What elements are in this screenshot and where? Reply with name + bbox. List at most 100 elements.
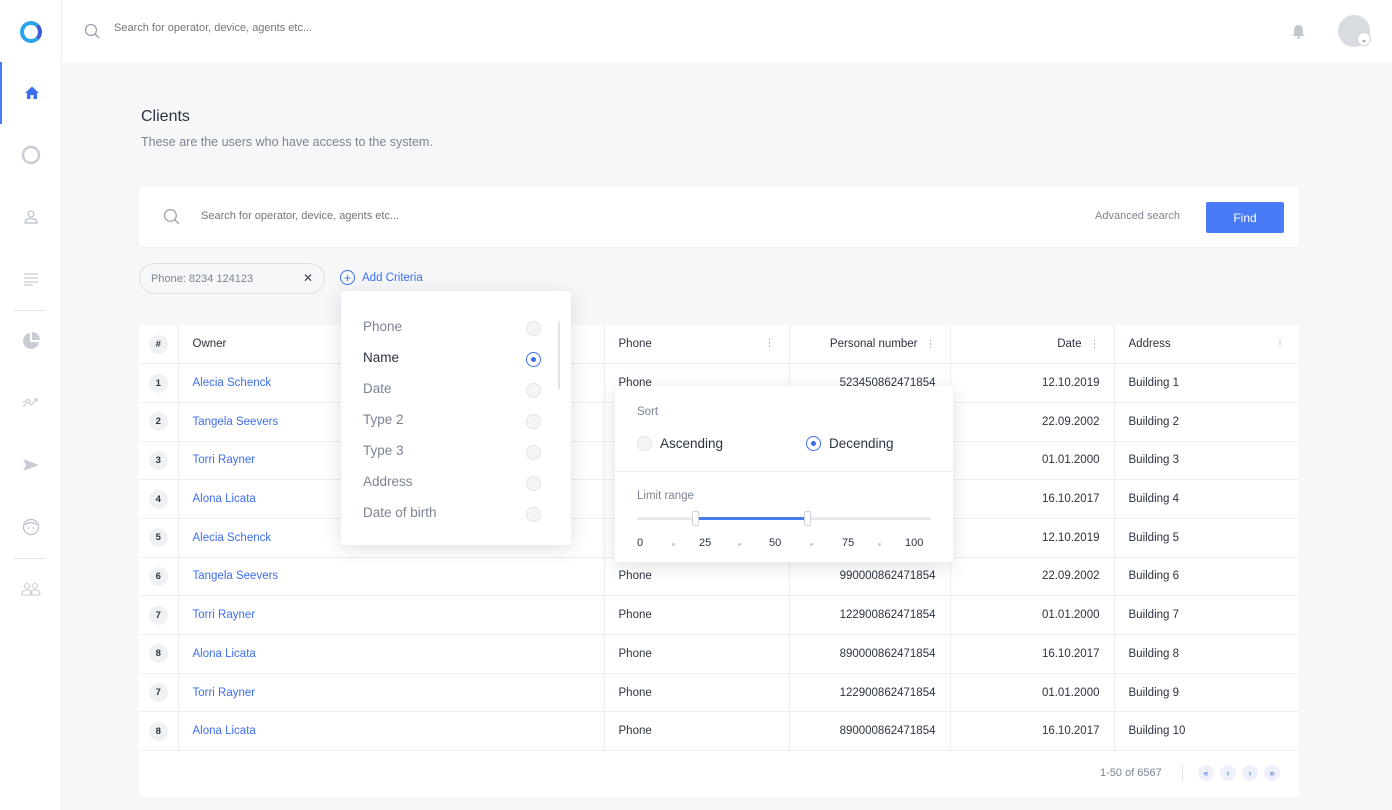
row-number: 6 bbox=[139, 557, 179, 597]
row-number: 5 bbox=[139, 518, 179, 558]
scrollbar[interactable] bbox=[558, 321, 560, 389]
page-title: Clients bbox=[141, 108, 190, 125]
close-icon[interactable]: ✕ bbox=[303, 271, 313, 285]
pagination-divider bbox=[1182, 764, 1183, 782]
sort-icon[interactable]: ⋮ bbox=[1090, 339, 1100, 350]
sidebar-item-ring[interactable] bbox=[0, 124, 62, 186]
clients-search-input[interactable] bbox=[201, 210, 621, 222]
sidebar-item-trends[interactable] bbox=[0, 372, 62, 434]
first-page-button[interactable]: « bbox=[1198, 765, 1214, 781]
sidebar-item-profile[interactable] bbox=[0, 496, 62, 558]
global-search-input[interactable] bbox=[114, 22, 514, 34]
ring-icon bbox=[21, 145, 41, 165]
sidebar-item-send[interactable] bbox=[0, 434, 62, 496]
radio-icon[interactable] bbox=[526, 476, 541, 491]
range-tick-dot bbox=[877, 543, 881, 546]
filter-chip[interactable]: Phone: 8234 124123 ✕ bbox=[139, 263, 325, 294]
range-tick-label: 100 bbox=[905, 537, 924, 549]
search-icon bbox=[163, 208, 180, 225]
range-slider-low-handle[interactable] bbox=[692, 511, 700, 526]
table-row[interactable]: 7 Torri Rayner Phone 122900862471854 01.01.2… bbox=[139, 595, 1299, 635]
owner-link[interactable]: Tangela Seevers bbox=[178, 557, 605, 597]
row-number: 3 bbox=[139, 441, 179, 481]
table-row[interactable]: 6 Tangela Seevers Phone 990000862471854 22.0… bbox=[139, 557, 1299, 597]
address-cell: Building 3 bbox=[1114, 441, 1299, 481]
range-slider-high-handle[interactable] bbox=[804, 511, 812, 526]
radio-icon[interactable] bbox=[526, 321, 541, 336]
date-cell: 22.09.2002 bbox=[950, 557, 1115, 597]
logo-icon[interactable] bbox=[20, 21, 42, 43]
personal-number-cell: 890000862471854 bbox=[789, 711, 951, 752]
date-cell: 16.10.2017 bbox=[950, 479, 1115, 519]
address-cell: Building 4 bbox=[1114, 479, 1299, 519]
criteria-item-label[interactable]: Address bbox=[363, 474, 413, 489]
row-number: 1 bbox=[139, 363, 179, 403]
criteria-item-label[interactable]: Phone bbox=[363, 319, 402, 334]
date-cell: 12.10.2019 bbox=[950, 363, 1115, 403]
range-tick-dot bbox=[809, 543, 813, 546]
phone-cell: Phone bbox=[604, 595, 790, 635]
sort-title: Sort bbox=[637, 406, 659, 418]
pagination: 1-50 of 6567 « ‹ › » bbox=[139, 751, 1299, 797]
sidebar-item-home[interactable] bbox=[0, 62, 62, 124]
advanced-search-link[interactable]: Advanced search bbox=[1095, 210, 1180, 222]
table-row[interactable]: 8 Alona Licata Phone 890000862471854 16.10.2… bbox=[139, 634, 1299, 674]
sidebar-item-group[interactable] bbox=[0, 558, 62, 620]
search-panel: Advanced search Find bbox=[139, 186, 1299, 247]
sidebar-item-users[interactable] bbox=[0, 186, 62, 248]
last-page-button[interactable]: » bbox=[1264, 765, 1280, 781]
column-header-date[interactable]: Date ⋮ bbox=[950, 325, 1115, 365]
sort-icon[interactable]: ⋮ bbox=[926, 339, 936, 350]
sort-dropdown: Sort Ascending Decending Limit range 0 25… bbox=[615, 386, 953, 562]
sort-icon[interactable]: ⋮ bbox=[765, 338, 775, 350]
range-tick-label: 0 bbox=[637, 537, 644, 549]
radio-icon[interactable] bbox=[526, 445, 541, 460]
column-header-phone[interactable]: Phone ⋮ bbox=[604, 325, 790, 365]
address-cell: Building 5 bbox=[1114, 518, 1299, 558]
sidebar-item-list[interactable] bbox=[0, 248, 62, 310]
criteria-item-label[interactable]: Type 3 bbox=[363, 443, 404, 458]
radio-icon[interactable] bbox=[526, 414, 541, 429]
next-page-button[interactable]: › bbox=[1242, 765, 1258, 781]
topbar: ⌄ bbox=[62, 0, 1392, 62]
owner-link[interactable]: Alona Licata bbox=[178, 634, 605, 674]
radio-icon[interactable] bbox=[526, 507, 541, 522]
row-number: 7 bbox=[139, 595, 179, 635]
column-header-address[interactable]: Address ⋮ bbox=[1114, 325, 1299, 365]
range-title: Limit range bbox=[637, 490, 694, 502]
owner-link[interactable]: Torri Rayner bbox=[178, 595, 605, 635]
add-criteria-button[interactable]: + Add Criteria bbox=[340, 270, 423, 285]
search-icon bbox=[84, 23, 100, 39]
sort-ascending-option[interactable]: Ascending bbox=[637, 436, 723, 451]
range-tick-dot bbox=[738, 543, 741, 546]
sort-descending-option[interactable]: Decending bbox=[806, 436, 894, 451]
table-row[interactable]: 8 Alona Licata Phone 890000862471854 16.10.2… bbox=[139, 711, 1299, 752]
criteria-item-label[interactable]: Date bbox=[363, 381, 392, 396]
radio-icon[interactable] bbox=[637, 436, 652, 451]
range-tick-label: 25 bbox=[699, 537, 712, 549]
address-cell: Building 10 bbox=[1114, 711, 1299, 752]
radio-icon[interactable] bbox=[806, 436, 821, 451]
sidebar-item-reports[interactable] bbox=[0, 310, 62, 372]
bell-icon[interactable] bbox=[1292, 24, 1305, 39]
column-header-personal-number[interactable]: Personal number ⋮ bbox=[789, 325, 951, 365]
radio-icon[interactable] bbox=[526, 352, 541, 367]
criteria-item-label[interactable]: Name bbox=[363, 350, 399, 365]
personal-number-cell: 122900862471854 bbox=[789, 595, 951, 635]
plus-circle-icon: + bbox=[340, 270, 355, 285]
table-row[interactable]: 7 Torri Rayner Phone 122900862471854 01.01.2… bbox=[139, 673, 1299, 713]
find-button[interactable]: Find bbox=[1206, 202, 1284, 233]
address-cell: Building 6 bbox=[1114, 557, 1299, 597]
criteria-item-label[interactable]: Date of birth bbox=[363, 505, 437, 520]
sort-icon[interactable]: ⋮ bbox=[1275, 338, 1285, 350]
home-icon bbox=[25, 86, 39, 99]
personal-number-cell: 122900862471854 bbox=[789, 673, 951, 713]
pie-chart-icon bbox=[23, 332, 40, 349]
row-number: 4 bbox=[139, 479, 179, 519]
prev-page-button[interactable]: ‹ bbox=[1220, 765, 1236, 781]
chevron-down-icon[interactable]: ⌄ bbox=[1357, 32, 1371, 46]
criteria-item-label[interactable]: Type 2 bbox=[363, 412, 404, 427]
owner-link[interactable]: Torri Rayner bbox=[178, 673, 605, 713]
owner-link[interactable]: Alona Licata bbox=[178, 711, 605, 752]
radio-icon[interactable] bbox=[526, 383, 541, 398]
